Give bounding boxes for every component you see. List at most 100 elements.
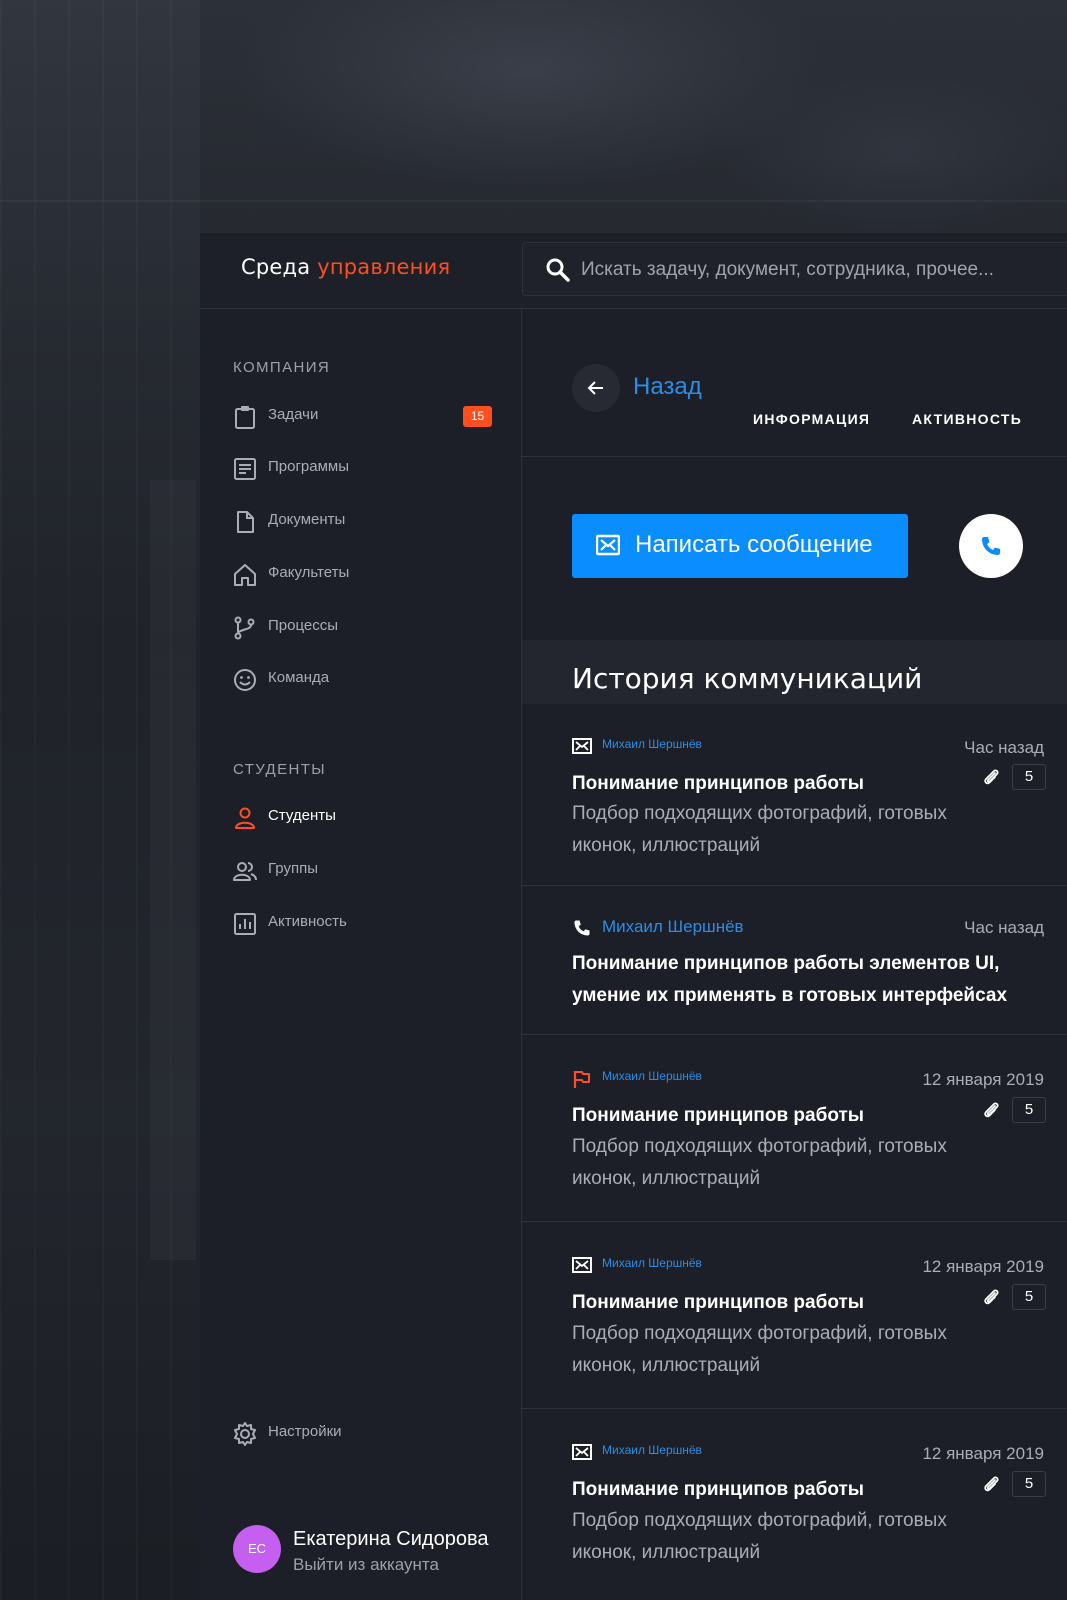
tab-information[interactable]: ИНФОРМАЦИЯ	[753, 411, 870, 427]
divider	[522, 456, 1067, 457]
feed-item[interactable]: Михаил Шершнёв 12 января 2019 Понимание …	[522, 1409, 1067, 1600]
sidebar-item-settings[interactable]: Настройки	[232, 1417, 492, 1451]
feed-time: Час назад	[964, 918, 1044, 937]
attachments[interactable]: 5	[981, 1284, 1046, 1310]
flag-icon	[572, 1069, 592, 1089]
feed-title-line-2: умение их применять в готовых интерфейса…	[572, 985, 1008, 1006]
phone-icon	[982, 537, 1000, 555]
attachment-count: 5	[1012, 1284, 1046, 1310]
feed-author[interactable]: Михаил Шершнёв	[602, 1069, 702, 1083]
paperclip-icon	[984, 1476, 999, 1492]
search-input[interactable]	[579, 243, 1063, 297]
write-message-label: Написать сообщение	[635, 531, 873, 558]
feed-time: Час назад	[964, 738, 1044, 757]
search-icon	[545, 257, 571, 288]
feed-title: Понимание принципов работы	[572, 773, 865, 794]
logo-main: Среда	[241, 255, 311, 279]
feed-author[interactable]: Михаил Шершнёв	[602, 1256, 702, 1270]
section-title-students: СТУДЕНТЫ	[233, 761, 326, 778]
app-window: Среда управления КОМПАНИЯ Задачи 15 Прог…	[200, 233, 1067, 1600]
sidebar-item-programs[interactable]: Программы	[232, 452, 492, 486]
sidebar-item-label: Факультеты	[268, 564, 350, 581]
person-icon	[232, 805, 258, 831]
sidebar-item-tasks[interactable]: Задачи 15	[232, 400, 492, 434]
sidebar-item-label: Группы	[268, 860, 318, 877]
file-icon	[232, 509, 258, 535]
back-link[interactable]: Назад	[633, 373, 702, 401]
feed-description: Подбор подходящих фотографий, готовых ик…	[572, 803, 947, 856]
sidebar-item-processes[interactable]: Процессы	[232, 611, 492, 645]
feed-author[interactable]: Михаил Шершнёв	[602, 917, 744, 937]
sidebar-item-students[interactable]: Студенты	[232, 801, 492, 835]
mail-icon	[572, 737, 592, 757]
back-button[interactable]	[572, 364, 620, 412]
mail-icon	[572, 1256, 592, 1276]
history-header: История коммуникаций	[522, 640, 1067, 704]
attachments[interactable]: 5	[981, 1471, 1046, 1497]
paperclip-icon	[984, 769, 999, 785]
home-icon	[232, 562, 258, 588]
sidebar-item-groups[interactable]: Группы	[232, 854, 492, 888]
sidebar-item-activity[interactable]: Активность	[232, 907, 492, 941]
mail-icon	[572, 1443, 592, 1463]
tasks-count-badge: 15	[463, 406, 492, 427]
branch-icon	[232, 615, 258, 641]
paperclip-icon	[984, 1289, 999, 1305]
attachment-count: 5	[1012, 1097, 1046, 1123]
sidebar: КОМПАНИЯ Задачи 15 Программы Документы Ф…	[200, 309, 522, 1600]
feed-title: Понимание принципов работы	[572, 1292, 865, 1313]
write-message-button[interactable]: Написать сообщение	[572, 514, 908, 578]
list-document-icon	[232, 456, 258, 482]
sidebar-item-label: Студенты	[268, 807, 336, 824]
feed-time: 12 января 2019	[922, 1070, 1044, 1089]
section-title-company: КОМПАНИЯ	[233, 359, 331, 376]
logo[interactable]: Среда управления	[241, 255, 450, 279]
feed-author[interactable]: Михаил Шершнёв	[602, 737, 702, 751]
feed-description: Подбор подходящих фотографий, готовых ик…	[572, 1510, 947, 1563]
sidebar-item-faculties[interactable]: Факультеты	[232, 558, 492, 592]
sidebar-item-team[interactable]: Команда	[232, 663, 492, 697]
attachments[interactable]: 5	[981, 764, 1046, 790]
background-beam	[0, 200, 1067, 202]
feed-item[interactable]: Михаил Шершнёв Час назад Понимание принц…	[522, 704, 1067, 886]
top-bar: Среда управления	[200, 233, 1067, 309]
gear-icon	[232, 1421, 258, 1447]
sidebar-item-label: Программы	[268, 458, 350, 475]
feed-item[interactable]: Михаил Шершнёв 12 января 2019 Понимание …	[522, 1035, 1067, 1222]
sidebar-item-label: Задачи	[268, 406, 319, 423]
mail-icon	[596, 534, 620, 556]
logout-link[interactable]: Выйти из аккаунта	[293, 1555, 439, 1575]
avatar[interactable]: ЕС	[233, 1525, 281, 1573]
phone-icon	[572, 918, 592, 938]
attachment-count: 5	[1012, 764, 1046, 790]
search-box[interactable]	[522, 242, 1067, 297]
call-button[interactable]	[959, 514, 1023, 578]
group-icon	[232, 858, 258, 884]
feed-item[interactable]: Михаил Шершнёв 12 января 2019 Понимание …	[522, 1222, 1067, 1409]
user-name: Екатерина Сидорова	[293, 1528, 489, 1550]
arrow-left-icon	[587, 381, 603, 395]
feed-time: 12 января 2019	[922, 1444, 1044, 1463]
feed-author[interactable]: Михаил Шершнёв	[602, 1443, 702, 1457]
logo-accent: управления	[317, 255, 451, 279]
feed-time: 12 января 2019	[922, 1257, 1044, 1276]
settings-label: Настройки	[268, 1423, 342, 1440]
feed-title: Понимание принципов работы	[572, 1105, 865, 1126]
history-title: История коммуникаций	[572, 662, 923, 695]
feed-title: Понимание принципов работы	[572, 1479, 865, 1500]
background-stripe	[150, 480, 196, 1260]
attachment-count: 5	[1012, 1471, 1046, 1497]
feed-item[interactable]: Михаил Шершнёв Час назад Понимание принц…	[522, 886, 1067, 1035]
main-panel: Назад ИНФОРМАЦИЯ АКТИВНОСТЬ Написать соо…	[522, 309, 1067, 1600]
feed-description: Подбор подходящих фотографий, готовых ик…	[572, 1136, 947, 1189]
feed-title-line-1: Понимание принципов работы элементов UI,	[572, 953, 1000, 974]
attachments[interactable]: 5	[981, 1097, 1046, 1123]
feed-description: Подбор подходящих фотографий, готовых ик…	[572, 1323, 947, 1376]
smile-icon	[232, 667, 258, 693]
tab-activity[interactable]: АКТИВНОСТЬ	[912, 411, 1022, 427]
sidebar-item-label: Документы	[268, 511, 346, 528]
clipboard-icon	[232, 404, 258, 430]
sidebar-item-documents[interactable]: Документы	[232, 505, 492, 539]
chart-icon	[232, 911, 258, 937]
sidebar-item-label: Команда	[268, 669, 330, 686]
